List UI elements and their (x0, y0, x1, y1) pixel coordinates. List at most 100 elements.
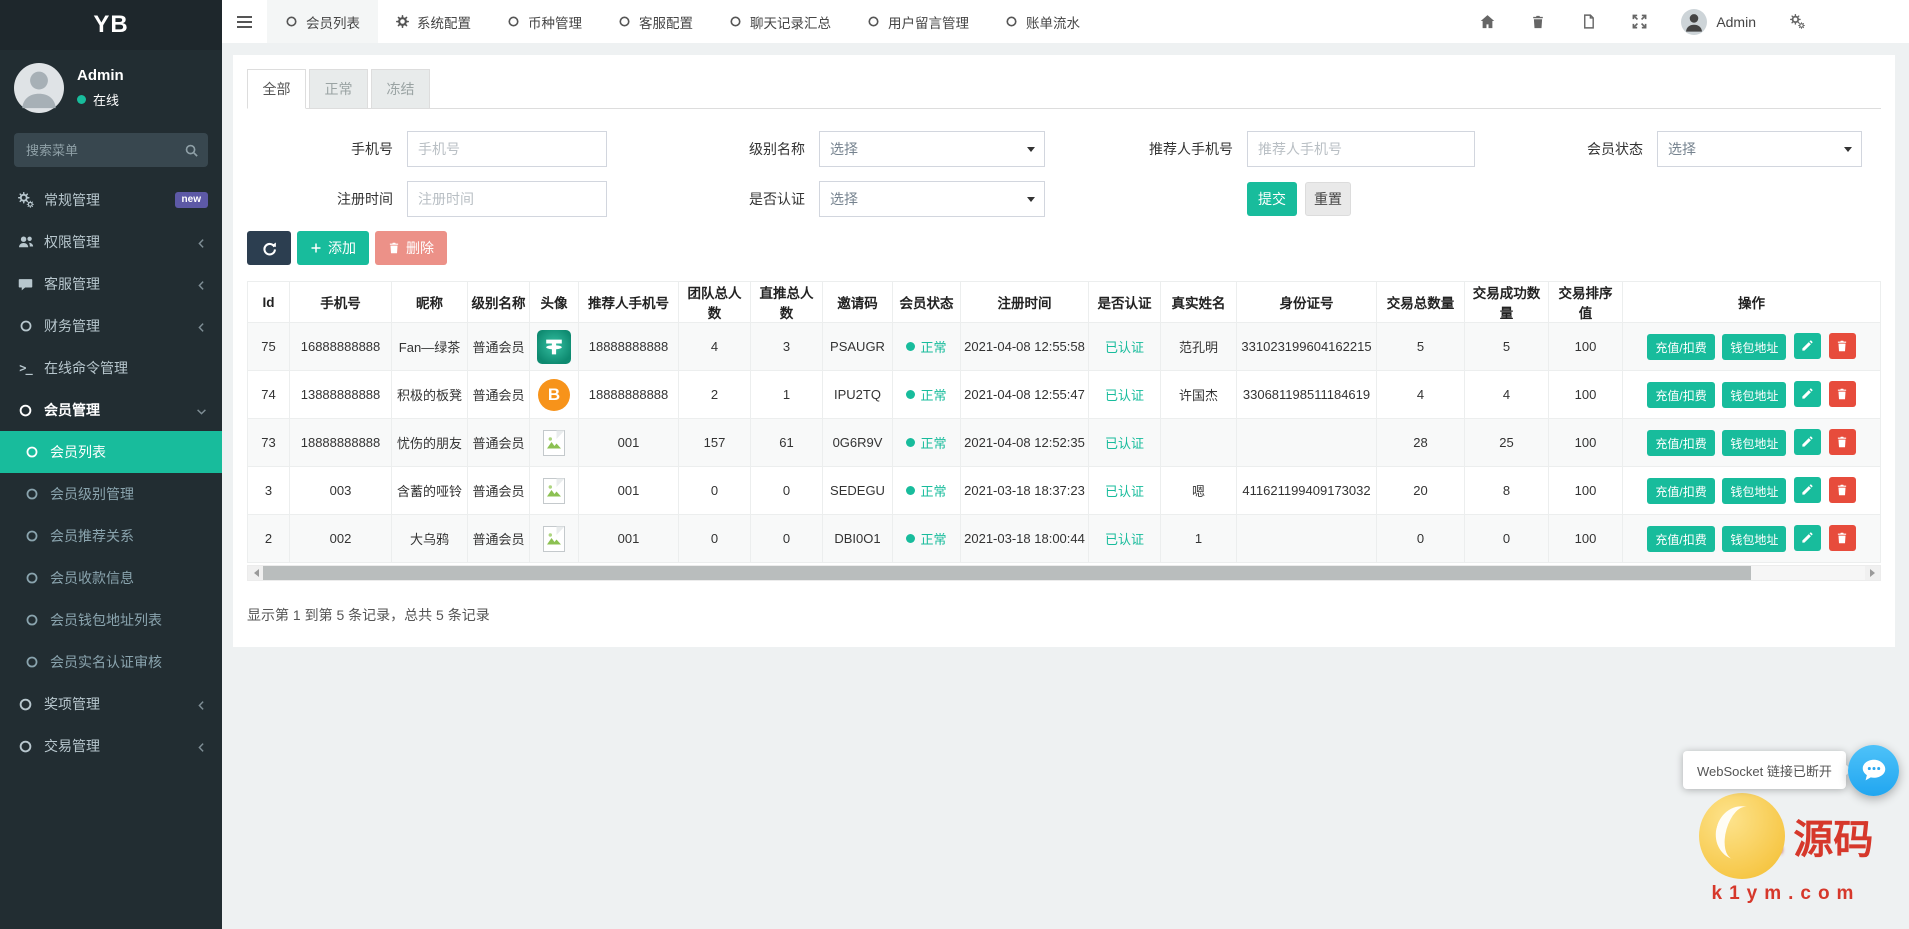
status-badge: 正常 (906, 433, 946, 452)
sidebar-item-trading[interactable]: 交易管理 (0, 725, 222, 767)
sidebar-item-member-wallet-addresses[interactable]: 会员钱包地址列表 (0, 599, 222, 641)
settings-gears-icon[interactable] (1772, 14, 1823, 29)
wallet-address-button[interactable]: 钱包地址 (1722, 478, 1786, 504)
topnav-tab-billing-flow[interactable]: 账单流水 (987, 0, 1098, 43)
recharge-button[interactable]: 充值/扣费 (1647, 526, 1714, 552)
plus-icon (310, 242, 322, 254)
edit-button[interactable] (1794, 477, 1821, 503)
table-header-row: Id 手机号 昵称 级别名称 头像 推荐人手机号 团队总人数 直推总人数 邀请码… (248, 282, 1881, 323)
table-row: 73 18888888888 忧伤的朋友 普通会员 001 157 61 0G6… (248, 419, 1881, 467)
tab-frozen[interactable]: 冻结 (371, 69, 430, 109)
sidebar-item-member-payment-info[interactable]: 会员收款信息 (0, 557, 222, 599)
trash-icon (1836, 340, 1848, 352)
sidebar-search-input[interactable] (14, 133, 208, 167)
tab-normal[interactable]: 正常 (309, 69, 368, 109)
edit-button[interactable] (1794, 333, 1821, 359)
trash-icon[interactable] (1513, 15, 1563, 29)
add-button[interactable]: 添加 (297, 231, 369, 265)
refresh-button[interactable] (247, 231, 291, 265)
broken-image-icon (542, 525, 566, 553)
app-logo: YB (0, 0, 222, 50)
sidebar-item-member-referral[interactable]: 会员推荐关系 (0, 515, 222, 557)
sidebar: YB Admin 在线 常规管理 new 权限管理 (0, 0, 222, 929)
row-delete-button[interactable] (1829, 429, 1856, 455)
table-row: 3 003 含蓄的哑铃 普通会员 001 0 0 SEDEGU 正常 2021-… (248, 467, 1881, 515)
sidebar-item-customer-service[interactable]: 客服管理 (0, 263, 222, 305)
topnav-tab-system-config[interactable]: 系统配置 (378, 0, 489, 43)
recharge-button[interactable]: 充值/扣费 (1647, 382, 1714, 408)
verified-select[interactable]: 选择 (819, 181, 1045, 217)
scrollbar-thumb[interactable] (263, 566, 1751, 580)
submit-button[interactable]: 提交 (1247, 182, 1297, 216)
users-icon (17, 234, 34, 250)
hamburger-menu-icon[interactable] (222, 13, 267, 31)
row-delete-button[interactable] (1829, 381, 1856, 407)
member-status-select[interactable]: 选择 (1657, 131, 1862, 167)
sidebar-item-members[interactable]: 会员管理 (0, 389, 222, 431)
wallet-address-button[interactable]: 钱包地址 (1722, 430, 1786, 456)
row-delete-button[interactable] (1829, 525, 1856, 551)
reg-time-label: 注册时间 (247, 189, 407, 209)
sidebar-item-permissions[interactable]: 权限管理 (0, 221, 222, 263)
sidebar-item-awards[interactable]: 奖项管理 (0, 683, 222, 725)
row-delete-button[interactable] (1829, 333, 1856, 359)
status-dot-icon (906, 342, 915, 351)
scroll-right-arrow[interactable] (1865, 566, 1880, 580)
scroll-left-arrow[interactable] (248, 566, 263, 580)
wallet-address-button[interactable]: 钱包地址 (1722, 334, 1786, 360)
topnav-tab-cs-config[interactable]: 客服配置 (600, 0, 711, 43)
member-table: Id 手机号 昵称 级别名称 头像 推荐人手机号 团队总人数 直推总人数 邀请码… (247, 281, 1881, 563)
fullscreen-icon[interactable] (1614, 14, 1665, 29)
wallet-address-button[interactable]: 钱包地址 (1722, 526, 1786, 552)
delete-button[interactable]: 删除 (375, 231, 447, 265)
sidebar-item-member-list[interactable]: 会员列表 (0, 431, 222, 473)
sidebar-item-member-kyc-review[interactable]: 会员实名认证审核 (0, 641, 222, 683)
topnav-tab-chat-logs[interactable]: 聊天记录汇总 (711, 0, 849, 43)
circle-icon (729, 15, 742, 28)
circle-icon (17, 696, 34, 712)
edit-button[interactable] (1794, 429, 1821, 455)
sidebar-item-finance[interactable]: 财务管理 (0, 305, 222, 347)
row-delete-button[interactable] (1829, 477, 1856, 503)
search-icon[interactable] (184, 142, 199, 160)
wallet-address-button[interactable]: 钱包地址 (1722, 382, 1786, 408)
pencil-icon (1801, 532, 1813, 544)
chevron-left-icon (195, 738, 208, 754)
topnav-tab-currency[interactable]: 币种管理 (489, 0, 600, 43)
sidebar-item-online-command[interactable]: >_ 在线命令管理 (0, 347, 222, 389)
sidebar-item-member-level[interactable]: 会员级别管理 (0, 473, 222, 515)
clear-cache-icon[interactable] (1563, 14, 1614, 29)
new-badge: new (175, 192, 208, 208)
topbar-user-menu[interactable]: Admin (1665, 9, 1772, 35)
topnav-tab-member-list[interactable]: 会员列表 (267, 0, 378, 43)
reg-time-input[interactable] (407, 181, 607, 217)
watermark-logo-icon (1699, 793, 1785, 879)
recharge-button[interactable]: 充值/扣费 (1647, 430, 1714, 456)
table-toolbar: 添加 删除 (247, 231, 1881, 265)
level-select[interactable]: 选择 (819, 131, 1045, 167)
home-icon[interactable] (1462, 14, 1513, 29)
tether-avatar (537, 330, 571, 364)
edit-button[interactable] (1794, 525, 1821, 551)
phone-input[interactable] (407, 131, 607, 167)
status-dot-icon (906, 486, 915, 495)
status-tabs: 全部 正常 冻结 (247, 68, 1881, 109)
online-dot-icon (77, 95, 86, 104)
edit-button[interactable] (1794, 381, 1821, 407)
tab-all[interactable]: 全部 (247, 69, 306, 109)
avatar (1681, 9, 1707, 35)
recharge-button[interactable]: 充值/扣费 (1647, 478, 1714, 504)
chat-launcher-button[interactable] (1848, 745, 1899, 796)
circle-icon (17, 738, 34, 754)
trash-icon (1836, 484, 1848, 496)
topnav-tab-user-messages[interactable]: 用户留言管理 (849, 0, 987, 43)
reset-button[interactable]: 重置 (1305, 182, 1351, 216)
watermark-domain: k1ym.com (1667, 883, 1905, 905)
circle-icon (285, 15, 298, 28)
circle-icon (23, 570, 40, 586)
recharge-button[interactable]: 充值/扣费 (1647, 334, 1714, 360)
referrer-phone-input[interactable] (1247, 131, 1475, 167)
sidebar-item-general[interactable]: 常规管理 new (0, 179, 222, 221)
horizontal-scrollbar[interactable] (247, 565, 1881, 581)
circle-icon (23, 654, 40, 670)
